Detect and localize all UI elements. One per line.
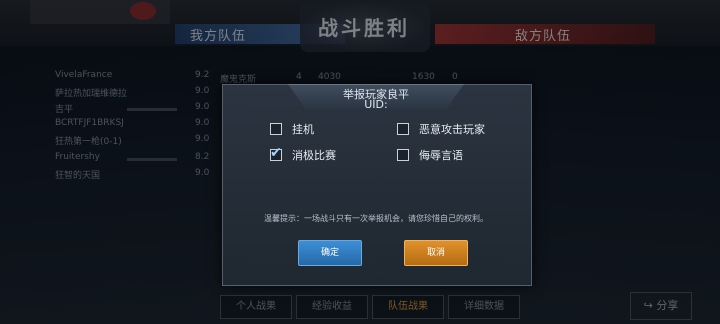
checkbox-icon[interactable] [397,149,409,161]
cancel-button[interactable]: 取消 [404,240,468,266]
checkbox-icon[interactable] [397,123,409,135]
report-dialog [222,84,532,286]
uid-label: UID: [364,98,388,111]
reason-label: 挂机 [292,123,314,136]
reason-label: 侮辱言语 [419,149,463,162]
reason-label: 恶意攻击玩家 [419,123,485,136]
reason-label: 消极比赛 [292,149,336,162]
confirm-button[interactable]: 确定 [298,240,362,266]
warning-note: 温馨提示：一场战斗只有一次举报机会，请您珍惜自己的权利。 [264,214,488,223]
checkmark-icon: ✔ [270,145,282,161]
checkbox-icon[interactable] [270,123,282,135]
checkbox-icon[interactable]: ✔ [270,145,282,161]
